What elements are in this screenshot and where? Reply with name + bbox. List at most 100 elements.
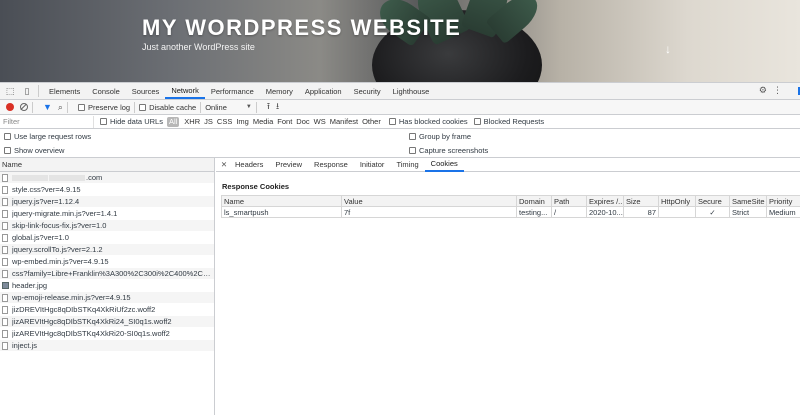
tab-console[interactable]: Console [86,83,126,99]
filter-type-font[interactable]: Font [275,117,294,126]
table-row[interactable]: wp-embed.min.js?ver=4.9.15 [0,256,214,268]
record-icon [6,103,14,111]
filter-type-img[interactable]: Img [234,117,251,126]
tab-lighthouse[interactable]: Lighthouse [387,83,436,99]
filter-type-other[interactable]: Other [360,117,383,126]
tab-cookies[interactable]: Cookies [424,158,464,172]
divider [255,101,257,113]
filter-type-js[interactable]: JS [202,117,215,126]
inspect-element-icon[interactable]: ⬚ [3,84,17,98]
clear-button[interactable] [20,103,28,111]
gear-icon[interactable]: ⚙ [759,85,767,96]
group-by-frame-checkbox[interactable]: Group by frame [409,132,471,141]
cookies-table: Name Value Domain Path Expires /... Size… [221,195,800,218]
table-row[interactable]: header.jpg [0,280,214,292]
cookie-path: / [551,206,587,218]
column-header-domain[interactable]: Domain [516,195,552,207]
hide-data-urls-checkbox[interactable]: Hide data URLs [100,117,163,126]
table-row[interactable]: jquery.js?ver=1.12.4 [0,196,214,208]
column-header-path[interactable]: Path [551,195,587,207]
column-header-value[interactable]: Value [341,195,517,207]
table-row[interactable]: jquery-migrate.min.js?ver=1.4.1 [0,208,214,220]
tab-headers[interactable]: Headers [229,158,269,172]
tab-response[interactable]: Response [308,158,354,172]
disable-cache-checkbox[interactable]: Disable cache [139,103,196,112]
show-overview-checkbox[interactable]: Show overview [4,146,64,155]
checkbox[interactable] [4,132,11,140]
tab-sources[interactable]: Sources [126,83,166,99]
image-file-icon [2,282,9,289]
more-options-icon[interactable]: ⋮ [773,85,782,96]
document-icon [2,329,8,338]
cookie-secure: ✓ [695,206,730,218]
table-row[interactable]: jizDREVItHgc8qDIbSTKq4XkRiUf2zc.woff2 [0,304,214,316]
document-icon [2,305,8,314]
preserve-log-checkbox[interactable]: Preserve log [77,103,130,112]
tab-elements[interactable]: Elements [43,83,86,99]
site-title[interactable]: MY WORDPRESS WEBSITE [142,15,461,41]
table-row[interactable]: .com [0,172,214,184]
column-header-secure[interactable]: Secure [695,195,730,207]
cookie-value: 7f [341,206,517,218]
search-icon[interactable]: ⌕ [58,102,63,113]
checkbox[interactable] [139,103,147,111]
column-header-name[interactable]: Name [221,195,342,207]
filter-input[interactable]: Filter [2,115,94,128]
export-har-icon[interactable]: ⭳ [276,99,279,115]
checkbox[interactable] [409,132,416,140]
filter-type-all[interactable]: All [166,116,180,127]
network-toolbar: ▼ ⌕ Preserve log Disable cache Online ▼ ⭱… [0,100,800,115]
filter-toggle-button[interactable]: ▼ [43,102,52,112]
checkbox[interactable] [473,118,481,125]
document-icon [2,197,8,206]
table-row[interactable]: ls_smartpush 7f testing... / 2020-10... … [221,206,800,218]
tab-memory[interactable]: Memory [260,83,299,99]
blocked-requests-checkbox[interactable]: Blocked Requests [473,117,544,126]
checkbox[interactable] [388,118,396,125]
capture-screenshots-checkbox[interactable]: Capture screenshots [409,146,488,155]
tab-performance[interactable]: Performance [205,83,260,99]
record-button[interactable] [6,103,14,111]
tab-security[interactable]: Security [348,83,387,99]
table-row[interactable]: inject.js [0,340,214,352]
column-header-expires[interactable]: Expires /... [586,195,624,207]
filter-type-media[interactable]: Media [251,117,275,126]
tab-timing[interactable]: Timing [390,158,424,172]
table-row[interactable]: jquery.scrollTo.js?ver=2.1.2 [0,244,214,256]
checkbox[interactable] [77,103,85,111]
table-row[interactable]: jizAREVItHgc8qDIbSTKq4XkRi20-SI0q1s.woff… [0,328,214,340]
device-toolbar-icon[interactable]: ▯ [20,84,34,98]
table-row[interactable]: global.js?ver=1.0 [0,232,214,244]
has-blocked-cookies-checkbox[interactable]: Has blocked cookies [388,117,468,126]
table-row[interactable]: skip-link-focus-fix.js?ver=1.0 [0,220,214,232]
column-header-httponly[interactable]: HttpOnly [658,195,696,207]
tab-network[interactable]: Network [165,83,205,99]
document-icon [2,317,8,326]
column-header-priority[interactable]: Priority [766,195,800,207]
import-har-icon[interactable]: ⭱ [267,99,270,115]
tab-preview[interactable]: Preview [269,158,308,172]
close-icon[interactable]: ✕ [219,160,229,169]
table-row[interactable]: css?family=Libre+Franklin%3A300%2C300i%2… [0,268,214,280]
column-header-samesite[interactable]: SameSite [729,195,767,207]
down-arrow-icon[interactable]: ↓ [665,42,671,56]
filter-type-doc[interactable]: Doc [294,117,311,126]
table-row[interactable]: wp-emoji-release.min.js?ver=4.9.15 [0,292,214,304]
large-rows-checkbox[interactable]: Use large request rows [4,132,91,141]
column-header-size[interactable]: Size [623,195,659,207]
checkbox[interactable] [100,118,107,125]
filter-type-ws[interactable]: WS [312,117,328,126]
checkbox[interactable] [409,146,416,154]
tab-initiator[interactable]: Initiator [354,158,391,172]
throttling-select[interactable]: Online ▼ [205,103,252,112]
filter-type-css[interactable]: CSS [215,117,234,126]
name-column-header[interactable]: Name [0,158,214,172]
table-row[interactable]: style.css?ver=4.9.15 [0,184,214,196]
tab-application[interactable]: Application [299,83,348,99]
cookie-samesite: Strict [729,206,767,218]
table-row[interactable]: jizAREVItHgc8qDIbSTKq4XkRi24_SI0q1s.woff… [0,316,214,328]
cookie-priority: Medium [766,206,800,218]
filter-type-manifest[interactable]: Manifest [328,117,360,126]
checkbox[interactable] [4,146,11,154]
filter-type-xhr[interactable]: XHR [182,117,202,126]
